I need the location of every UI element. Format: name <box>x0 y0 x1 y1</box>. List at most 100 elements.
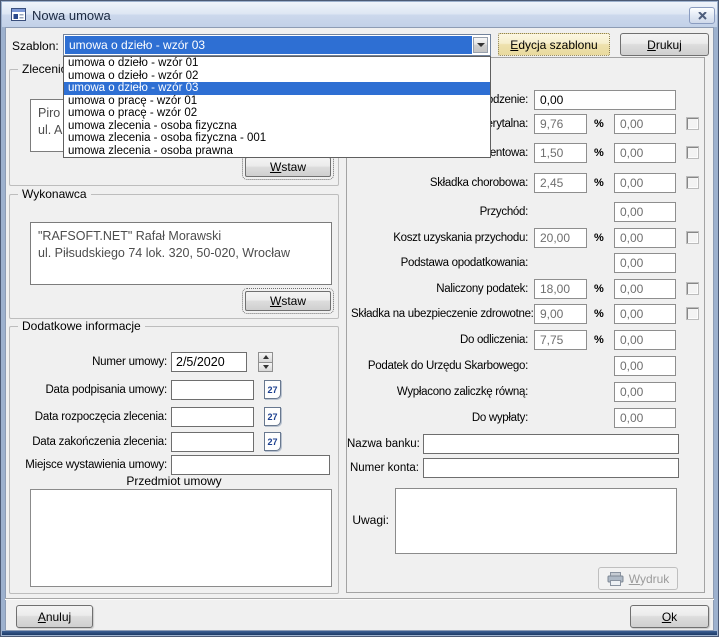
calc-row: Przychód: <box>351 202 703 222</box>
percent-input[interactable] <box>534 330 587 350</box>
calc-row: Wypłacono zaliczkę równą: <box>351 382 703 402</box>
form-row-label: Numer umowy: <box>18 356 167 368</box>
amount-input[interactable] <box>614 253 676 273</box>
print-button[interactable]: Drukuj <box>620 33 709 56</box>
calc-row-label: Podatek do Urzędu Skarbowego: <box>351 360 528 372</box>
wstaw-wykonawca-button[interactable]: Wstaw <box>245 291 331 311</box>
calc-row: Składka na ubezpieczenie zdrowotne:% <box>351 304 703 324</box>
calc-row: Do odliczenia:% <box>351 330 703 350</box>
amount-input[interactable] <box>614 114 676 134</box>
percent-input[interactable] <box>534 143 587 163</box>
calc-checkbox[interactable] <box>686 117 699 130</box>
place-of-issue-input[interactable] <box>171 455 330 475</box>
dropdown-item[interactable]: umowa o pracę - wzór 02 <box>64 107 490 120</box>
template-dropdown-list: umowa o dzieło - wzór 01umowa o dzieło -… <box>63 56 491 158</box>
calc-checkbox[interactable] <box>686 176 699 189</box>
form-row: Data rozpoczęcia zlecenia:27 <box>10 407 338 427</box>
form-row: Data podpisania umowy:27 <box>10 380 338 400</box>
wydruk-button[interactable]: Wydruk <box>598 567 678 590</box>
calendar-27-icon[interactable]: 27 <box>264 380 281 399</box>
przedmiot-umowy-label: Przedmiot umowy <box>10 474 338 488</box>
calc-checkbox[interactable] <box>686 307 699 320</box>
dropdown-item[interactable]: umowa zlecenia - osoba prawna <box>64 145 490 158</box>
template-combobox[interactable]: umowa o dzieło - wzór 03 <box>63 34 491 56</box>
amount-input[interactable] <box>614 356 676 376</box>
dropdown-item[interactable]: umowa o pracę - wzór 01 <box>64 95 490 108</box>
notes-textarea[interactable] <box>395 488 677 554</box>
dodatkowe-informacje-groupbox: Dodatkowe informacje Numer umowy:Data po… <box>9 326 339 594</box>
amount-input[interactable] <box>614 382 676 402</box>
percent-symbol: % <box>594 232 604 244</box>
amount-input[interactable] <box>614 408 676 428</box>
calc-checkbox[interactable] <box>686 146 699 159</box>
calc-row-label: Przychód: <box>351 206 528 218</box>
account-number-label: Numer konta: <box>347 462 419 474</box>
amount-input[interactable] <box>614 173 676 193</box>
szablon-label: Szablon: <box>12 39 59 53</box>
window-nowa-umowa: Nowa umowa Szablon: umowa o dzieło - wzó… <box>0 0 719 637</box>
account-number-input[interactable] <box>423 458 679 478</box>
percent-input[interactable] <box>534 304 587 324</box>
calc-row-label: Składka chorobowa: <box>351 177 528 189</box>
window-frame-bottom <box>2 631 717 635</box>
percent-input[interactable] <box>534 279 587 299</box>
chevron-down-icon <box>477 43 485 47</box>
title-bar[interactable]: Nowa umowa <box>2 2 717 27</box>
amount-input[interactable] <box>614 279 676 299</box>
calc-row: Naliczony podatek:% <box>351 279 703 299</box>
form-row: Data zakończenia zlecenia:27 <box>10 432 338 452</box>
bank-name-input[interactable] <box>423 434 679 454</box>
amount-input[interactable] <box>614 330 676 350</box>
amount-input[interactable] <box>614 228 676 248</box>
form-row-label: Miejsce wystawienia umowy: <box>18 459 167 471</box>
przedmiot-umowy-textarea[interactable] <box>30 489 332 587</box>
percent-input[interactable] <box>534 228 587 248</box>
dropdown-item[interactable]: umowa o dzieło - wzór 01 <box>64 57 490 70</box>
app-icon <box>11 8 26 26</box>
percent-symbol: % <box>594 118 604 130</box>
wykonawca-title: Wykonawca <box>18 187 91 201</box>
spinner-down-icon[interactable] <box>258 362 273 373</box>
number-spinner[interactable] <box>258 352 273 372</box>
wstaw-zleceniodawca-button[interactable]: Wstaw <box>245 157 331 177</box>
form-row: Numer umowy: <box>10 352 338 372</box>
percent-input[interactable] <box>534 173 587 193</box>
bank-name-label: Nazwa banku: <box>347 438 419 450</box>
amount-input[interactable] <box>614 202 676 222</box>
edit-template-button[interactable]: Edycja szablonu <box>498 33 610 56</box>
calc-row: Do wypłaty: <box>351 408 703 428</box>
amount-input[interactable] <box>534 90 676 110</box>
date-input[interactable] <box>171 380 254 400</box>
calendar-27-icon[interactable]: 27 <box>264 432 281 451</box>
combobox-dropdown-button[interactable] <box>473 37 488 53</box>
calc-row: Składka chorobowa:% <box>351 173 703 193</box>
calc-checkbox[interactable] <box>686 282 699 295</box>
calc-row-label: Podstawa opodatkowania: <box>351 257 528 269</box>
contract-number-input[interactable] <box>171 352 247 372</box>
dropdown-item[interactable]: umowa zlecenia - osoba fizyczna - 001 <box>64 132 490 145</box>
dropdown-item[interactable]: umowa zlecenia - osoba fizyczna <box>64 120 490 133</box>
calc-row-label: Składka na ubezpieczenie zdrowotne: <box>351 308 528 320</box>
ok-button[interactable]: Ok <box>630 605 709 628</box>
date-input[interactable] <box>171 432 254 452</box>
calc-row-label: Wypłacono zaliczkę równą: <box>351 386 528 398</box>
calc-row: Koszt uzyskania przychodu:% <box>351 228 703 248</box>
dropdown-item[interactable]: umowa o dzieło - wzór 03 <box>64 82 490 95</box>
close-button[interactable] <box>689 7 715 24</box>
calendar-27-icon[interactable]: 27 <box>264 407 281 426</box>
wydruk-button-label: Wydruk <box>629 572 670 586</box>
calc-row: Podatek do Urzędu Skarbowego: <box>351 356 703 376</box>
dropdown-item[interactable]: umowa o dzieło - wzór 02 <box>64 70 490 83</box>
date-input[interactable] <box>171 407 254 427</box>
percent-input[interactable] <box>534 114 587 134</box>
calc-checkbox[interactable] <box>686 231 699 244</box>
percent-symbol: % <box>594 147 604 159</box>
dodatkowe-informacje-title: Dodatkowe informacje <box>18 319 145 333</box>
amount-input[interactable] <box>614 143 676 163</box>
window-title: Nowa umowa <box>32 8 111 23</box>
amount-input[interactable] <box>614 304 676 324</box>
footer-separator <box>5 598 714 600</box>
calc-row-label: Koszt uzyskania przychodu: <box>351 232 528 244</box>
anuluj-button[interactable]: Anuluj <box>16 605 93 628</box>
percent-symbol: % <box>594 177 604 189</box>
